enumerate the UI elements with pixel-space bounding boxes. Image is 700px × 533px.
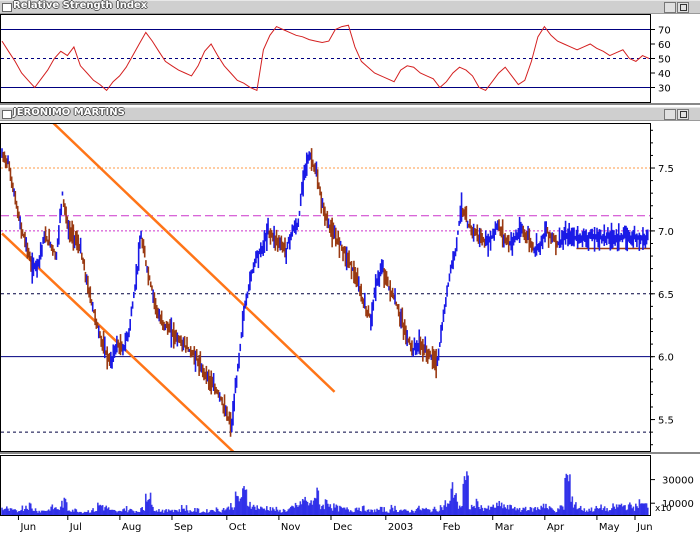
x-tick-label: Sep xyxy=(174,522,193,533)
x-tick-label: Jul xyxy=(69,522,82,533)
price-tick-label: 6.5 xyxy=(658,290,674,301)
x-tick-label: Mar xyxy=(495,522,515,533)
x-tick-label: Dec xyxy=(333,522,352,533)
x-tick-label: Oct xyxy=(229,522,246,533)
x-tick-label: 2003 xyxy=(388,522,413,533)
price-plot-area xyxy=(0,123,651,452)
x-tick-label: May xyxy=(599,522,620,533)
price-tick-label: 7.0 xyxy=(658,227,674,238)
rsi-tick-label: 30 xyxy=(658,84,671,95)
volume-multiplier-label: x10 xyxy=(655,504,672,514)
rsi-tick-label: 40 xyxy=(658,69,671,80)
price-tick-label: 5.5 xyxy=(658,416,674,427)
price-tick-label: 6.0 xyxy=(658,353,674,364)
price-tick-label: 7.5 xyxy=(658,164,674,175)
chart-canvas: 7060504030 7.57.06.56.05.5 3000010000 Ju… xyxy=(0,14,700,533)
x-tick-label: Apr xyxy=(547,522,565,533)
rsi-tick-label: 70 xyxy=(658,26,671,37)
x-tick-label: Nov xyxy=(281,522,301,533)
x-tick-label: Jun xyxy=(19,522,36,533)
x-tick-label: Feb xyxy=(443,522,461,533)
x-axis: Jun Jul Aug Sep Oct Nov Dec 2003 Feb Mar Apr May Jun xyxy=(17,515,653,533)
volume-tick-label: 30000 xyxy=(662,476,694,487)
rsi-tick-label: 60 xyxy=(658,40,671,51)
x-tick-label: Jun xyxy=(636,522,653,533)
x-tick-label: Aug xyxy=(122,522,142,533)
rsi-tick-label: 50 xyxy=(658,55,671,66)
